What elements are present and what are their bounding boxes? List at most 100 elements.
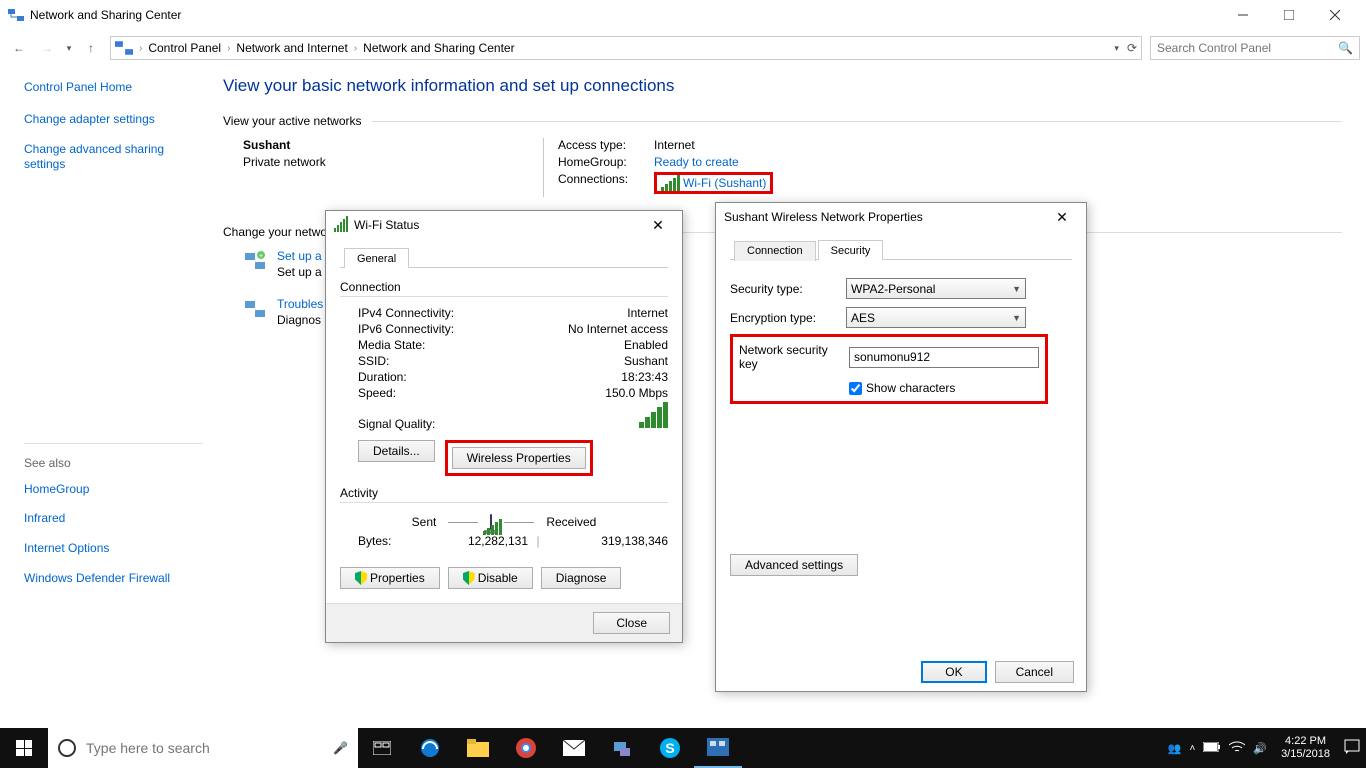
taskbar-app-control-panel[interactable] bbox=[694, 728, 742, 768]
troubleshoot-icon bbox=[243, 297, 267, 321]
breadcrumb-item[interactable]: Control Panel bbox=[144, 41, 225, 55]
tray-battery-icon[interactable] bbox=[1203, 742, 1221, 755]
close-icon[interactable]: ✕ bbox=[642, 217, 674, 234]
sidebar-link-homegroup[interactable]: HomeGroup bbox=[24, 482, 203, 498]
taskbar-app-chrome[interactable] bbox=[502, 728, 550, 768]
connections-label: Connections: bbox=[558, 172, 654, 194]
address-bar[interactable]: › Control Panel › Network and Internet ›… bbox=[110, 36, 1142, 60]
sidebar-link-defender-firewall[interactable]: Windows Defender Firewall bbox=[24, 571, 203, 587]
tab-general[interactable]: General bbox=[344, 248, 409, 268]
diagnose-button[interactable]: Diagnose bbox=[541, 567, 622, 589]
properties-button[interactable]: Properties bbox=[340, 567, 440, 589]
wifi-signal-icon bbox=[483, 519, 502, 535]
tab-connection[interactable]: Connection bbox=[734, 241, 816, 261]
wifi-connection-link[interactable]: Wi-Fi (Sushant) bbox=[683, 176, 766, 190]
sent-label: Sent bbox=[412, 515, 437, 529]
taskbar-app-skype[interactable]: S bbox=[646, 728, 694, 768]
start-button[interactable] bbox=[0, 728, 48, 768]
wifi-signal-icon bbox=[639, 402, 668, 428]
encryption-type-dropdown[interactable]: AES▼ bbox=[846, 307, 1026, 328]
tray-clock[interactable]: 4:22 PM 3/15/2018 bbox=[1275, 735, 1336, 760]
security-type-dropdown[interactable]: WPA2-Personal▼ bbox=[846, 278, 1026, 299]
chevron-down-icon: ▼ bbox=[1012, 284, 1021, 294]
cortana-icon bbox=[58, 739, 76, 757]
sidebar-link-adapter-settings[interactable]: Change adapter settings bbox=[24, 112, 203, 128]
close-icon[interactable]: ✕ bbox=[1046, 209, 1078, 226]
highlight-connections: Wi-Fi (Sushant) bbox=[654, 172, 773, 194]
tray-volume-icon[interactable]: 🔊 bbox=[1253, 742, 1267, 755]
connection-group-label: Connection bbox=[340, 280, 407, 294]
tray-action-center-icon[interactable] bbox=[1344, 739, 1360, 758]
security-type-label: Security type: bbox=[730, 282, 846, 296]
sidebar-link-advanced-sharing[interactable]: Change advanced sharing settings bbox=[24, 142, 203, 173]
tray-chevron-up-icon[interactable]: ˄ bbox=[1190, 743, 1196, 754]
sidebar-link-internet-options[interactable]: Internet Options bbox=[24, 541, 203, 557]
homegroup-label: HomeGroup: bbox=[558, 155, 654, 169]
highlight-wireless-properties: Wireless Properties bbox=[445, 440, 593, 476]
chevron-down-icon: ▼ bbox=[1012, 313, 1021, 323]
setup-connection-icon: + bbox=[243, 249, 267, 273]
troubleshoot-link[interactable]: Troubles bbox=[277, 297, 323, 311]
ok-button[interactable]: OK bbox=[921, 661, 986, 683]
close-button[interactable] bbox=[1312, 0, 1358, 30]
active-networks-header: View your active networks bbox=[223, 114, 362, 128]
advanced-settings-button[interactable]: Advanced settings bbox=[730, 554, 858, 576]
received-label: Received bbox=[546, 515, 596, 529]
windows-logo-icon bbox=[16, 740, 32, 756]
page-heading: View your basic network information and … bbox=[223, 76, 1342, 96]
microphone-icon[interactable]: 🎤 bbox=[333, 741, 348, 755]
bytes-sent-value: 12,282,131 bbox=[428, 534, 528, 548]
bytes-label: Bytes: bbox=[358, 534, 428, 548]
maximize-button[interactable] bbox=[1266, 0, 1312, 30]
breadcrumb-item[interactable]: Network and Internet bbox=[232, 41, 351, 55]
wifi-signal-icon bbox=[334, 218, 348, 232]
window-titlebar: Network and Sharing Center bbox=[0, 0, 1366, 30]
dropdown-caret-icon[interactable]: ▾ bbox=[1114, 43, 1119, 54]
network-key-label: Network security key bbox=[739, 343, 849, 371]
recent-dropdown[interactable]: ▾ bbox=[62, 35, 76, 61]
taskbar-app-edge[interactable] bbox=[406, 728, 454, 768]
tray-people-icon[interactable]: 👥 bbox=[1168, 742, 1182, 755]
wifi-status-dialog: Wi-Fi Status ✕ General Connection IPv4 C… bbox=[325, 210, 683, 643]
network-ssid: Sushant bbox=[243, 138, 513, 152]
taskbar: 🎤 S 👥 ˄ 🔊 4:22 PM 3/15/2018 bbox=[0, 728, 1366, 768]
show-characters-checkbox[interactable] bbox=[849, 382, 862, 395]
disable-button[interactable]: Disable bbox=[448, 567, 533, 589]
network-type: Private network bbox=[243, 155, 513, 169]
encryption-type-label: Encryption type: bbox=[730, 311, 846, 325]
network-key-input[interactable] bbox=[849, 347, 1039, 368]
chevron-right-icon: › bbox=[352, 43, 359, 54]
taskbar-search[interactable]: 🎤 bbox=[48, 728, 358, 768]
show-characters-label: Show characters bbox=[866, 381, 955, 395]
search-input[interactable]: 🔍 bbox=[1150, 36, 1360, 60]
close-button[interactable]: Close bbox=[593, 612, 670, 634]
tray-wifi-icon[interactable] bbox=[1229, 741, 1245, 756]
highlight-security-key: Network security key Show characters bbox=[730, 334, 1048, 404]
access-type-label: Access type: bbox=[558, 138, 654, 152]
wireless-properties-button[interactable]: Wireless Properties bbox=[452, 447, 586, 469]
refresh-icon[interactable]: ⟳ bbox=[1127, 41, 1137, 55]
up-button[interactable]: ↑ bbox=[78, 35, 104, 61]
control-panel-home-link[interactable]: Control Panel Home bbox=[24, 80, 203, 94]
tab-security[interactable]: Security bbox=[818, 240, 884, 260]
sidebar-link-infrared[interactable]: Infrared bbox=[24, 511, 203, 527]
minimize-button[interactable] bbox=[1220, 0, 1266, 30]
details-button[interactable]: Details... bbox=[358, 440, 435, 462]
taskbar-app-generic[interactable] bbox=[598, 728, 646, 768]
homegroup-create-link[interactable]: Ready to create bbox=[654, 155, 739, 169]
breadcrumb-item[interactable]: Network and Sharing Center bbox=[359, 41, 518, 55]
cancel-button[interactable]: Cancel bbox=[995, 661, 1074, 683]
dialog-title: Sushant Wireless Network Properties bbox=[724, 210, 1046, 224]
forward-button[interactable]: → bbox=[34, 35, 60, 61]
wifi-signal-icon bbox=[661, 175, 680, 191]
see-also-header: See also bbox=[24, 456, 203, 470]
shield-icon bbox=[463, 571, 475, 585]
taskbar-app-mail[interactable] bbox=[550, 728, 598, 768]
chevron-right-icon: › bbox=[137, 43, 144, 54]
taskbar-app-explorer[interactable] bbox=[454, 728, 502, 768]
navbar: ← → ▾ ↑ › Control Panel › Network and In… bbox=[0, 30, 1366, 66]
svg-text:+: + bbox=[259, 253, 263, 260]
activity-group-label: Activity bbox=[340, 486, 384, 500]
back-button[interactable]: ← bbox=[6, 35, 32, 61]
task-view-button[interactable] bbox=[358, 728, 406, 768]
